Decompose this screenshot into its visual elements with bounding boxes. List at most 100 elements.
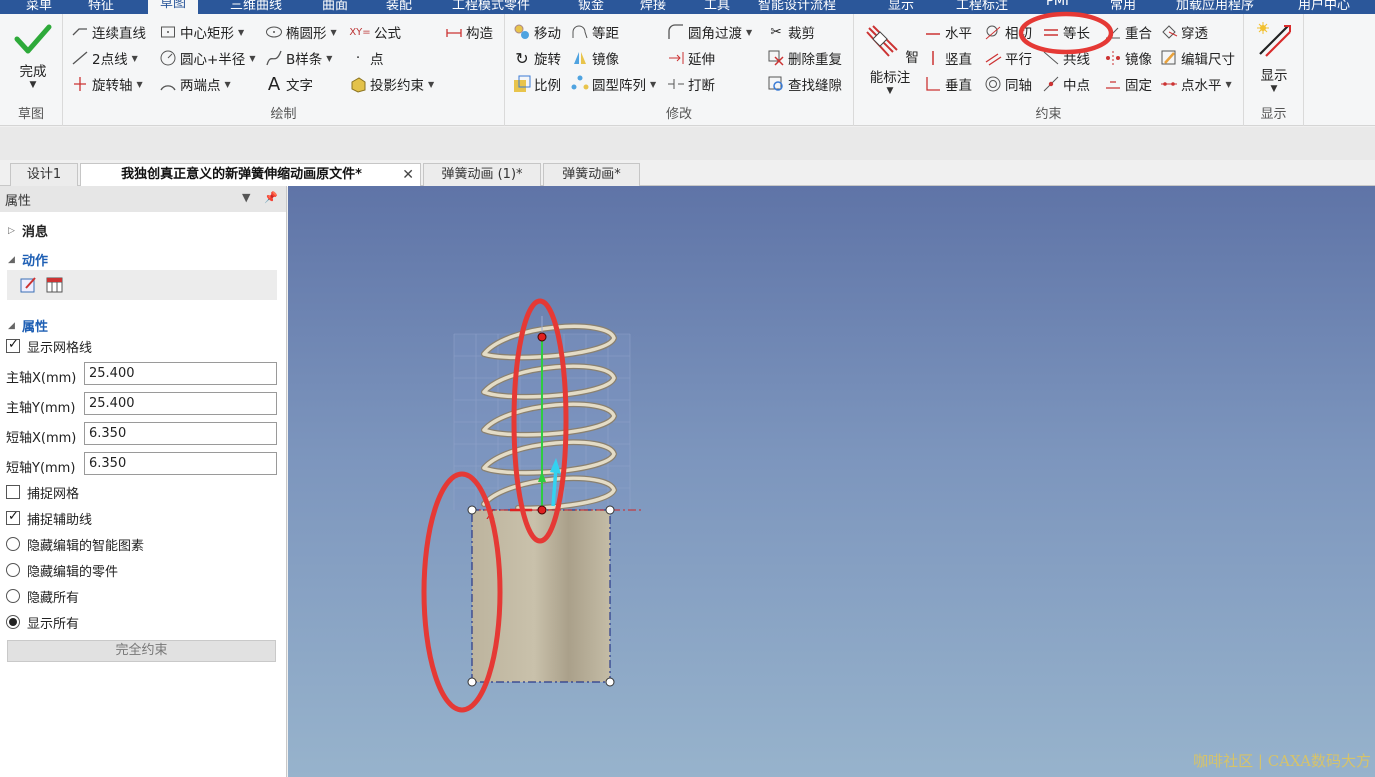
rotate-icon: ↻ xyxy=(515,48,529,68)
tool-project-constraint[interactable]: 投影约束 ▼ xyxy=(349,73,434,95)
rotation-axis-icon xyxy=(71,75,89,93)
menu-tab-12[interactable]: 工程标注 xyxy=(956,0,1008,14)
radio-button[interactable] xyxy=(6,537,20,551)
point-horizontal-icon xyxy=(1160,75,1178,93)
chevron-down-icon: ▼ xyxy=(330,27,337,37)
menu-tab-16[interactable]: 用户中心 xyxy=(1298,0,1350,14)
tool-polyline[interactable]: 连续直线 xyxy=(71,21,146,43)
tool-point-horizontal[interactable]: 点水平 ▼ xyxy=(1160,73,1232,95)
top-handle[interactable] xyxy=(537,332,547,342)
expand-icon: ▷ xyxy=(8,225,15,236)
menu-tab-sketch[interactable]: 草图 xyxy=(148,0,199,14)
smart-dimension-button[interactable]: 智能标注 ▼ xyxy=(860,22,920,96)
tool-perpendicular[interactable]: 垂直 xyxy=(924,73,972,95)
section-message[interactable]: ▷ 消息 xyxy=(8,221,48,240)
design-viewport[interactable]: X 咖啡社区 | CAXA数码大方 xyxy=(288,186,1375,777)
ribbon: 完成 ▼ 草图 连续直线 中心矩形 ▼ 椭圆形 ▼ XY= 公式 构造 2点线 ▼ 圆心… xyxy=(0,11,1375,126)
minor-y-input[interactable]: 6.350 xyxy=(84,452,277,475)
menu-tab-1[interactable]: 特征 xyxy=(88,0,114,14)
corner-handle-bl[interactable] xyxy=(467,677,477,687)
tool-delete-duplicate[interactable]: 删除重复 xyxy=(767,47,842,69)
tool-two-endpoints[interactable]: 两端点 ▼ xyxy=(159,73,231,95)
finish-button[interactable]: 完成 ▼ xyxy=(8,22,58,90)
tool-point[interactable]: · 点 xyxy=(349,47,384,69)
tool-midpoint[interactable]: 中点 xyxy=(1042,73,1090,95)
tool-fillet[interactable]: 圆角过渡 ▼ xyxy=(667,21,752,43)
menu-tab-10[interactable]: 智能设计流程 xyxy=(758,0,836,14)
full-constraint-button[interactable]: 完全约束 xyxy=(7,640,276,662)
snap-aux-checkbox[interactable]: 捕捉辅助线 xyxy=(6,508,92,528)
move-icon xyxy=(513,23,531,41)
tool-bspline[interactable]: B样条 ▼ xyxy=(265,47,332,69)
tool-pierce[interactable]: 穿透 xyxy=(1160,21,1208,43)
radio-button-selected[interactable] xyxy=(6,615,20,629)
tool-trim[interactable]: ✂ 裁剪 xyxy=(767,21,815,43)
checkbox-unchecked[interactable] xyxy=(6,485,20,499)
section-properties[interactable]: ◢ 属性 xyxy=(8,316,48,335)
tool-circle-center-radius[interactable]: 圆心+半径 ▼ xyxy=(159,47,255,69)
tool-text[interactable]: A 文字 xyxy=(265,73,313,95)
tool-offset[interactable]: 等距 xyxy=(571,21,619,43)
tool-find-gap[interactable]: 查找缝隙 xyxy=(767,73,842,95)
checkbox-checked[interactable] xyxy=(6,337,20,353)
doc-tab-spring-anim[interactable]: 弹簧动画* xyxy=(543,163,640,186)
group-label-sketch: 草图 xyxy=(17,107,44,122)
major-x-input[interactable]: 25.400 xyxy=(84,362,277,385)
snap-grid-checkbox[interactable]: 捕捉网格 xyxy=(6,482,79,502)
menu-tab-4[interactable]: 曲面 xyxy=(322,0,348,14)
menu-tab-7[interactable]: 钣金 xyxy=(578,0,604,14)
show-grid-checkbox[interactable]: 显示网格线 xyxy=(6,336,92,356)
tool-fixed[interactable]: 固定 xyxy=(1104,73,1152,95)
radio-hide-all[interactable]: 隐藏所有 xyxy=(6,586,79,606)
major-y-input[interactable]: 25.400 xyxy=(84,392,277,415)
tool-circular-pattern[interactable]: 圆型阵列 ▼ xyxy=(571,73,656,95)
display-button[interactable]: 显示 ▼ xyxy=(1250,20,1298,94)
radio-button[interactable] xyxy=(6,563,20,577)
menu-tab-11[interactable]: 显示 xyxy=(888,0,914,14)
project-icon xyxy=(349,75,367,93)
doc-tab-spring-anim-1[interactable]: 弹簧动画 (1)* xyxy=(423,163,541,186)
menu-tab-15[interactable]: 加载应用程序 xyxy=(1176,0,1254,14)
menu-tab-6[interactable]: 工程模式零件 xyxy=(452,0,530,14)
edit-icon[interactable] xyxy=(19,276,39,294)
tool-extend[interactable]: 延伸 xyxy=(667,47,715,69)
section-action[interactable]: ◢ 动作 xyxy=(8,250,48,269)
checkbox-checked[interactable] xyxy=(6,509,20,525)
tool-construct[interactable]: 构造 xyxy=(445,21,493,43)
minor-x-input[interactable]: 6.350 xyxy=(84,422,277,445)
tool-move[interactable]: 移动 xyxy=(513,21,561,43)
display-label: 显示 xyxy=(1260,68,1288,84)
corner-handle-tl[interactable] xyxy=(467,505,477,515)
tool-ellipse[interactable]: 椭圆形 ▼ xyxy=(265,21,337,43)
radio-hide-smart-elements[interactable]: 隐藏编辑的智能图素 xyxy=(6,534,144,554)
doc-tab-design1[interactable]: 设计1 xyxy=(10,163,78,186)
radio-show-all[interactable]: 显示所有 xyxy=(6,612,79,632)
tool-mirror[interactable]: 镜像 xyxy=(571,47,619,69)
tool-edit-dimension[interactable]: 编辑尺寸 xyxy=(1160,47,1235,69)
tool-break[interactable]: 打断 xyxy=(667,73,715,95)
table-icon[interactable] xyxy=(45,276,65,294)
tool-formula[interactable]: XY= 公式 xyxy=(349,21,401,43)
menu-tab-3[interactable]: 三维曲线 xyxy=(230,0,282,14)
menu-tab-5[interactable]: 装配 xyxy=(386,0,412,14)
corner-handle-tr[interactable] xyxy=(605,505,615,515)
menu-tab-8[interactable]: 焊接 xyxy=(640,0,666,14)
close-icon[interactable]: ✕ xyxy=(402,164,414,186)
tool-2point-line[interactable]: 2点线 ▼ xyxy=(71,47,138,69)
pin-icon[interactable]: 📌 xyxy=(264,191,278,204)
corner-handle-br[interactable] xyxy=(605,677,615,687)
tool-vertical[interactable]: 竖直 xyxy=(924,47,972,69)
tool-scale[interactable]: 比例 xyxy=(513,73,561,95)
tool-horizontal[interactable]: 水平 xyxy=(924,21,972,43)
tool-concentric[interactable]: 同轴 xyxy=(984,73,1032,95)
radio-hide-edited-part[interactable]: 隐藏编辑的零件 xyxy=(6,560,118,580)
origin-handle[interactable] xyxy=(537,505,547,515)
menu-tab-0[interactable]: 菜单 xyxy=(26,0,52,14)
tool-rotate[interactable]: ↻ 旋转 xyxy=(513,47,561,69)
radio-button[interactable] xyxy=(6,589,20,603)
tool-center-rect[interactable]: 中心矩形 ▼ xyxy=(159,21,244,43)
tool-rotation-axis[interactable]: 旋转轴 ▼ xyxy=(71,73,143,95)
dropdown-icon[interactable]: ▼ xyxy=(242,191,250,204)
menu-tab-9[interactable]: 工具 xyxy=(704,0,730,14)
doc-tab-active[interactable]: 我独创真正意义的新弹簧伸缩动画原文件* ✕ xyxy=(80,163,421,187)
